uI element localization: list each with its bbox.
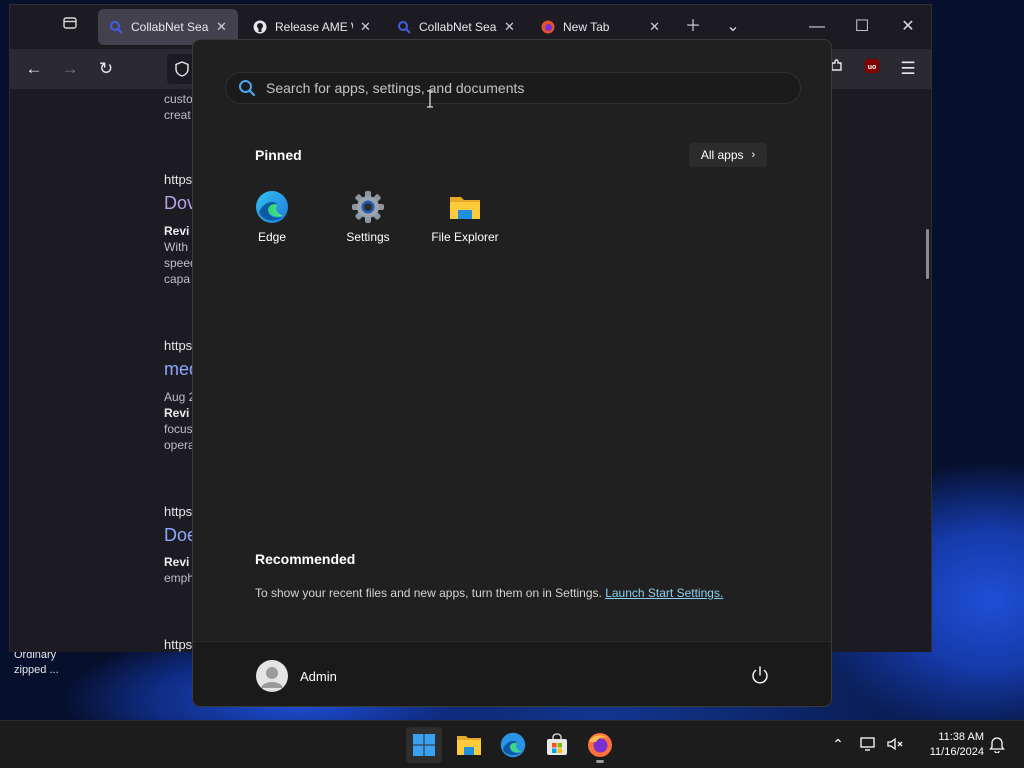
power-icon[interactable] <box>749 664 771 686</box>
clock-time: 11:38 AM <box>938 731 984 743</box>
pinned-app-settings[interactable]: Settings <box>320 190 416 250</box>
search-icon <box>239 80 256 97</box>
taskbar-edge[interactable] <box>495 727 531 763</box>
minimize-icon[interactable]: — <box>805 15 829 39</box>
taskbar-file-explorer[interactable] <box>451 727 487 763</box>
tab-close-icon[interactable]: ✕ <box>359 19 372 35</box>
edge-icon <box>256 191 288 223</box>
tab-title: Release AME Wi <box>275 20 353 34</box>
desktop-file-label-line2: zipped ... <box>14 664 59 676</box>
desktop-file-label[interactable]: Ordinary zipped ... <box>14 648 94 678</box>
pinned-app-label: File Explorer <box>431 230 499 244</box>
close-window-icon[interactable]: ✕ <box>896 15 920 39</box>
pinned-app-file-explorer[interactable]: File Explorer <box>417 190 513 250</box>
search-input[interactable] <box>266 80 766 96</box>
all-apps-button[interactable]: All apps › <box>689 143 767 167</box>
user-avatar-icon[interactable] <box>256 660 288 692</box>
show-hidden-icons-chevron-up-icon[interactable]: ⌃ <box>828 734 848 754</box>
recommended-title: Recommended <box>255 551 356 567</box>
ublock-origin-icon[interactable]: uo <box>860 57 884 81</box>
pinned-title: Pinned <box>255 147 302 163</box>
reload-icon[interactable]: ↻ <box>94 57 118 81</box>
taskbar-firefox[interactable] <box>582 727 618 763</box>
launch-start-settings-link[interactable]: Launch Start Settings. <box>605 586 723 600</box>
store-icon <box>547 733 567 755</box>
page-scrollbar[interactable] <box>926 229 929 279</box>
shield-icon <box>175 61 189 77</box>
tab-list-chevron-icon[interactable]: ⌄ <box>721 15 745 39</box>
collabnet-favicon-icon <box>396 19 412 35</box>
svg-text:uo: uo <box>868 64 877 71</box>
start-button[interactable] <box>406 727 442 763</box>
taskbar-store[interactable] <box>539 727 575 763</box>
pinned-app-label: Edge <box>257 230 287 244</box>
system-clock[interactable]: 11:38 AM 11/16/2024 <box>912 730 984 760</box>
pinned-app-edge[interactable]: Edge <box>224 190 320 250</box>
recommended-text: To show your recent files and new apps, … <box>255 586 602 600</box>
taskbar: ⌃ 11:38 AM 11/16/2024 <box>0 720 1024 768</box>
start-footer: Admin <box>193 641 831 706</box>
new-tab-plus-icon[interactable]: ＋ <box>681 15 705 39</box>
notification-bell-icon[interactable] <box>987 734 1007 754</box>
clock-date: 11/16/2024 <box>929 746 984 758</box>
chevron-right-icon: › <box>751 149 756 161</box>
hamburger-menu-icon[interactable]: ☰ <box>896 57 920 81</box>
pinned-app-label: Settings <box>346 230 390 244</box>
firefox-view-icon[interactable] <box>58 15 82 39</box>
tab-title: CollabNet SearX <box>131 20 209 34</box>
text-cursor-icon <box>427 90 433 108</box>
collabnet-favicon-icon <box>108 19 124 35</box>
recommended-message: To show your recent files and new apps, … <box>255 586 723 600</box>
windows-logo-icon <box>413 734 435 756</box>
start-menu: Pinned All apps › Edge S <box>192 39 832 707</box>
tab-title: New Tab <box>563 20 610 34</box>
tab-close-icon[interactable]: ✕ <box>503 19 516 35</box>
all-apps-label: All apps <box>700 148 744 162</box>
volume-muted-icon[interactable] <box>885 734 905 754</box>
start-search-box[interactable] <box>225 72 801 104</box>
forward-arrow-icon[interactable]: → <box>58 57 82 81</box>
edge-icon <box>500 732 526 758</box>
back-arrow-icon[interactable]: ← <box>22 57 46 81</box>
tab-close-icon[interactable]: ✕ <box>215 19 228 35</box>
firefox-icon <box>588 733 612 757</box>
user-name[interactable]: Admin <box>300 669 337 684</box>
tab-title: CollabNet SearX <box>419 20 497 34</box>
github-icon <box>252 19 268 35</box>
firefox-icon <box>540 19 556 35</box>
tab-close-icon[interactable]: ✕ <box>649 19 660 35</box>
maximize-icon[interactable]: ☐ <box>850 15 874 39</box>
network-icon[interactable] <box>859 734 879 754</box>
running-indicator <box>596 760 604 763</box>
settings-gear-icon <box>352 191 384 223</box>
folder-icon <box>450 197 480 219</box>
folder-icon <box>457 736 481 755</box>
